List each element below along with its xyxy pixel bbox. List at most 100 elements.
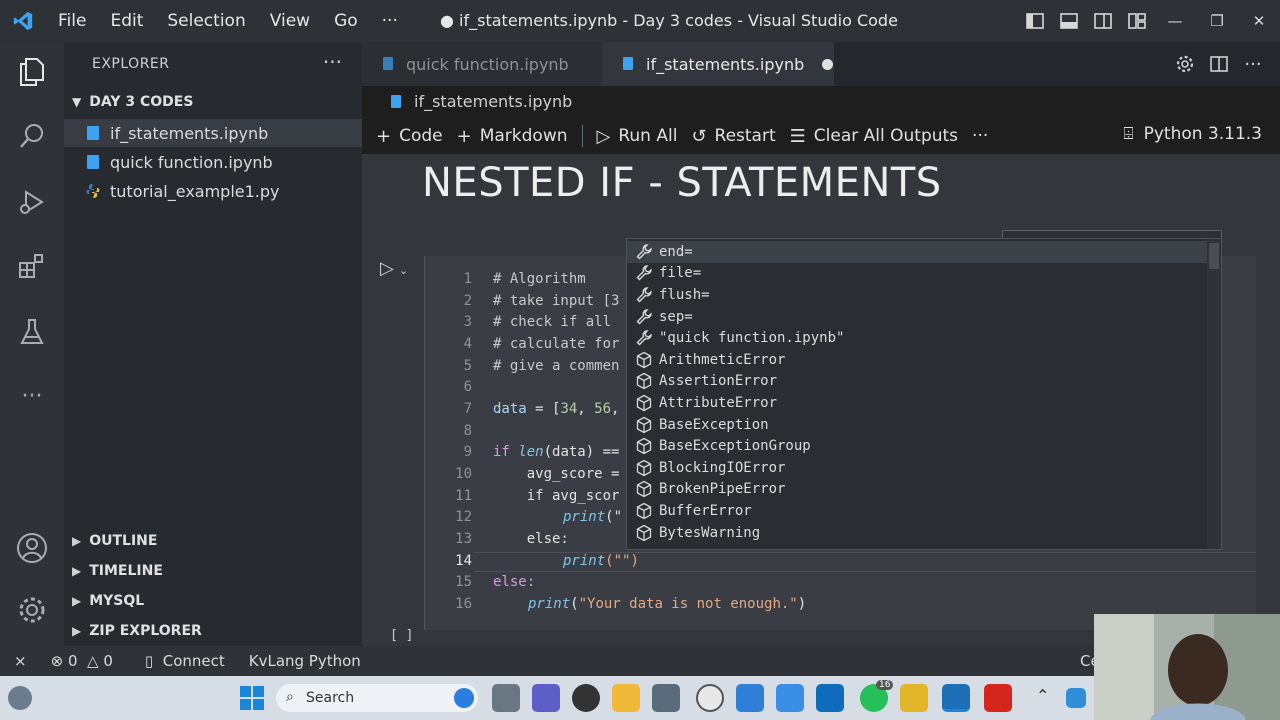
minimize-icon[interactable]: — [1154, 0, 1196, 42]
suggest-widget[interactable]: end= file= flush= sep= "quick function.ipynb… [626, 238, 1222, 550]
breadcrumb[interactable]: if_statements.ipynb [390, 92, 572, 111]
run-debug-icon[interactable] [14, 184, 50, 220]
notebook-settings-gear-icon[interactable] [1168, 43, 1202, 85]
kernel-picker[interactable]: ⌹ Python 3.11.3 [1123, 124, 1262, 144]
testing-flask-icon[interactable] [14, 314, 50, 350]
tab-quick-function[interactable]: quick function.ipynb [362, 42, 602, 86]
suggestion-item[interactable]: BaseException [627, 414, 1207, 436]
suggestion-item[interactable]: BaseExceptionGroup [627, 435, 1207, 457]
run-cell-button[interactable]: ▷ ⌄ [380, 258, 408, 279]
button-label: Code [399, 126, 443, 146]
menu-more[interactable]: ··· [370, 11, 410, 31]
calculator-icon[interactable] [652, 684, 680, 712]
section-label: OUTLINE [89, 533, 158, 549]
add-code-button[interactable]: + Code [376, 126, 443, 147]
unsaved-dot-icon[interactable] [822, 58, 834, 70]
file-explorer-icon[interactable] [612, 684, 640, 712]
clear-outputs-button[interactable]: ☰ Clear All Outputs [790, 126, 958, 147]
empty-cell-bracket[interactable]: [ ] [390, 628, 413, 643]
defender-icon[interactable] [1066, 688, 1086, 708]
explorer-icon[interactable] [14, 54, 50, 90]
file-item-if-statements[interactable]: if_statements.ipynb [64, 119, 362, 147]
weather-icon[interactable] [8, 686, 32, 710]
line-number: 8 [463, 423, 472, 439]
problems-indicator[interactable]: ⊗ 0 △ 0 [51, 652, 113, 670]
language-indicator[interactable]: KvLang Python [249, 652, 361, 670]
suggestion-item[interactable]: sep= [627, 306, 1207, 328]
remote-indicator-icon[interactable]: ⨯ [14, 652, 27, 670]
toggle-panel-icon[interactable] [1052, 0, 1086, 42]
customize-layout-icon[interactable] [1120, 0, 1154, 42]
outlook-icon[interactable] [816, 684, 844, 712]
search-icon[interactable] [14, 118, 50, 154]
suggestion-item[interactable]: file= [627, 263, 1207, 285]
close-icon[interactable]: ✕ [1238, 0, 1280, 42]
clock-icon[interactable] [696, 684, 724, 712]
chevron-down-icon: ▼ [72, 95, 82, 109]
vscode-taskbar-icon[interactable] [942, 684, 970, 712]
menu-selection[interactable]: Selection [155, 11, 257, 31]
file-item-quick-function[interactable]: quick function.ipynb [64, 148, 362, 176]
section-zip-explorer[interactable]: ▶ ZIP EXPLORER [72, 623, 202, 639]
connect-button[interactable]: ▯ Connect [145, 652, 225, 670]
class-cube-icon [633, 394, 655, 412]
section-timeline[interactable]: ▶ TIMELINE [72, 563, 163, 579]
code-token: print [563, 509, 606, 525]
add-markdown-button[interactable]: + Markdown [457, 126, 568, 147]
toggle-secondary-sidebar-icon[interactable] [1086, 0, 1120, 42]
suggestion-item[interactable]: "quick function.ipynb" [627, 327, 1207, 349]
restore-icon[interactable]: ❐ [1196, 0, 1238, 42]
markdown-heading[interactable]: NESTED IF - STATEMENTS [422, 160, 942, 206]
photos-icon[interactable] [900, 684, 928, 712]
calendar-icon[interactable] [776, 684, 804, 712]
suggestion-item[interactable]: ArithmeticError [627, 349, 1207, 371]
suggestion-item[interactable]: BlockingIOError [627, 457, 1207, 479]
extensions-icon[interactable] [14, 248, 50, 284]
menu-edit[interactable]: Edit [98, 11, 155, 31]
explorer-more-icon[interactable]: ··· [323, 50, 342, 74]
suggestion-item[interactable]: flush= [627, 284, 1207, 306]
split-editor-icon[interactable] [1202, 43, 1236, 85]
task-view-icon[interactable] [492, 684, 520, 712]
tab-if-statements[interactable]: if_statements.ipynb [602, 42, 834, 86]
suggest-scroll-thumb[interactable] [1209, 243, 1219, 269]
section-outline[interactable]: ▶ OUTLINE [72, 533, 157, 549]
windows-start-icon[interactable] [240, 686, 264, 710]
button-label: Markdown [479, 126, 568, 146]
accounts-icon[interactable] [14, 530, 50, 566]
restart-button[interactable]: ↺ Restart [691, 126, 775, 147]
suggestion-item[interactable]: BrokenPipeError [627, 479, 1207, 501]
menu-go[interactable]: Go [322, 11, 370, 31]
settings-gear-icon[interactable] [14, 592, 50, 628]
whatsapp-icon[interactable]: 16 [860, 680, 894, 712]
menu-view[interactable]: View [258, 11, 322, 31]
code-token: if [493, 444, 519, 460]
suggestion-item[interactable]: AssertionError [627, 371, 1207, 393]
menu-file[interactable]: File [46, 11, 98, 31]
suggestion-label: BlockingIOError [659, 459, 786, 476]
toggle-sidebar-icon[interactable] [1018, 0, 1052, 42]
line-number: 4 [463, 336, 472, 352]
notebook-file-icon [390, 94, 404, 110]
suggestion-item[interactable]: BufferError [627, 500, 1207, 522]
suggestion-item[interactable]: AttributeError [627, 392, 1207, 414]
section-mysql[interactable]: ▶ MYSQL [72, 593, 144, 609]
suggestion-item[interactable]: end= [627, 241, 1207, 263]
bing-icon [454, 688, 474, 708]
todo-icon[interactable] [736, 684, 764, 712]
run-all-button[interactable]: ▷ Run All [597, 126, 678, 147]
toolbar-more-button[interactable]: ··· [972, 126, 988, 146]
code-token: (" [605, 509, 623, 525]
taskbar-search[interactable]: ⌕ Search [276, 684, 478, 712]
acrobat-icon[interactable] [984, 684, 1012, 712]
folder-day3-codes[interactable]: ▼ DAY 3 CODES [72, 94, 193, 110]
suggestion-item[interactable]: BytesWarning [627, 522, 1207, 544]
more-actions-icon[interactable]: ··· [1236, 43, 1270, 85]
class-cube-icon [633, 437, 655, 455]
more-views-icon[interactable]: ··· [14, 378, 50, 414]
teams-chat-icon[interactable] [532, 684, 560, 712]
file-item-tutorial-example[interactable]: tutorial_example1.py [64, 177, 362, 205]
suggest-scrollbar[interactable] [1207, 239, 1221, 549]
media-player-icon[interactable] [572, 684, 600, 712]
tray-chevron-up-icon[interactable]: ⌃ [1036, 686, 1049, 705]
